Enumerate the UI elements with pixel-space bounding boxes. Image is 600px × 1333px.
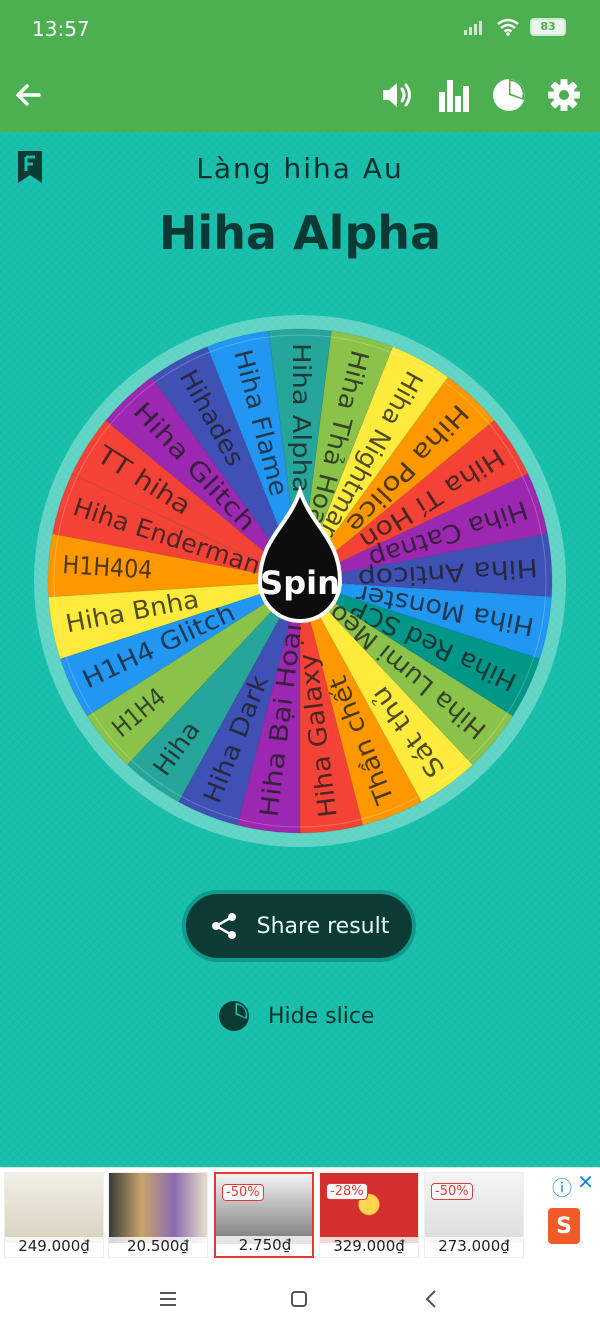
back-arrow-icon xyxy=(16,84,41,106)
spin-label: Spin xyxy=(260,564,340,602)
signal-icon xyxy=(464,21,482,35)
battery-level: 83 xyxy=(540,20,556,33)
home-button[interactable] xyxy=(284,1284,314,1314)
status-time: 13:57 xyxy=(32,17,90,41)
ad-price: 249.000₫ xyxy=(5,1237,103,1255)
app-toolbar xyxy=(0,58,600,132)
menu-icon xyxy=(160,1292,176,1306)
status-bar: 13:57 83 xyxy=(0,0,600,58)
pie-button[interactable] xyxy=(489,75,529,115)
close-icon[interactable]: ✕ xyxy=(577,1170,594,1194)
ad-product-image xyxy=(5,1173,103,1243)
menu-button[interactable] xyxy=(153,1284,183,1314)
ad-product[interactable]: -50% 273.000₫ xyxy=(424,1172,524,1258)
ad-discount-badge: -28% xyxy=(326,1183,368,1200)
ad-info-icon[interactable]: ⓘ xyxy=(552,1172,572,1201)
pie-chart-icon xyxy=(493,79,525,111)
back-button[interactable] xyxy=(8,75,48,115)
ad-product[interactable]: 249.000₫ xyxy=(4,1172,104,1258)
ad-banner[interactable]: 249.000₫ 20.500₫ -50% 2.750₫ -28% 329.00… xyxy=(0,1167,600,1263)
sound-button[interactable] xyxy=(378,75,418,115)
battery-icon: 83 xyxy=(530,18,566,36)
system-nav-bar xyxy=(0,1262,600,1333)
pie-chart-icon xyxy=(219,1001,249,1031)
chevron-left-icon xyxy=(425,1290,436,1308)
share-result-label: Share result xyxy=(256,913,390,939)
hide-slice-button[interactable]: Hide slice xyxy=(218,1000,374,1032)
wheel-slice-label: Hiha Alpha xyxy=(287,343,316,493)
spin-wheel[interactable]: Hiha AlphaHiha Thả HoaHiha NightmareHiha… xyxy=(32,313,568,849)
ad-discount-badge: -50% xyxy=(222,1184,264,1201)
ad-price: 2.750₫ xyxy=(216,1236,312,1254)
bar-chart-icon xyxy=(439,80,469,112)
ad-price: 20.500₫ xyxy=(109,1237,207,1255)
ad-product[interactable]: -28% 329.000₫ xyxy=(319,1172,419,1258)
ad-product[interactable]: -50% 2.750₫ xyxy=(214,1172,314,1258)
ad-discount-badge: -50% xyxy=(431,1183,473,1200)
store-logo[interactable]: S xyxy=(548,1208,580,1244)
ad-price: 273.000₫ xyxy=(425,1237,523,1255)
wheel-slice-label: H1H404 xyxy=(62,550,154,585)
ad-price: 329.000₫ xyxy=(320,1237,418,1255)
ad-product[interactable]: 20.500₫ xyxy=(108,1172,208,1258)
hide-slice-label: Hide slice xyxy=(268,1003,375,1029)
share-result-button[interactable]: Share result xyxy=(182,890,416,962)
share-icon xyxy=(211,913,236,939)
home-square-icon xyxy=(291,1291,307,1307)
wheel-subtitle: Làng hiha Au xyxy=(196,152,404,185)
volume-icon xyxy=(383,83,411,107)
ad-product-image xyxy=(109,1173,207,1243)
wheel-title: Hiha Alpha xyxy=(158,206,442,260)
stats-button[interactable] xyxy=(434,75,474,115)
wifi-icon xyxy=(497,18,519,36)
back-nav-button[interactable] xyxy=(416,1284,446,1314)
gear-icon xyxy=(548,79,580,111)
settings-button[interactable] xyxy=(544,75,584,115)
